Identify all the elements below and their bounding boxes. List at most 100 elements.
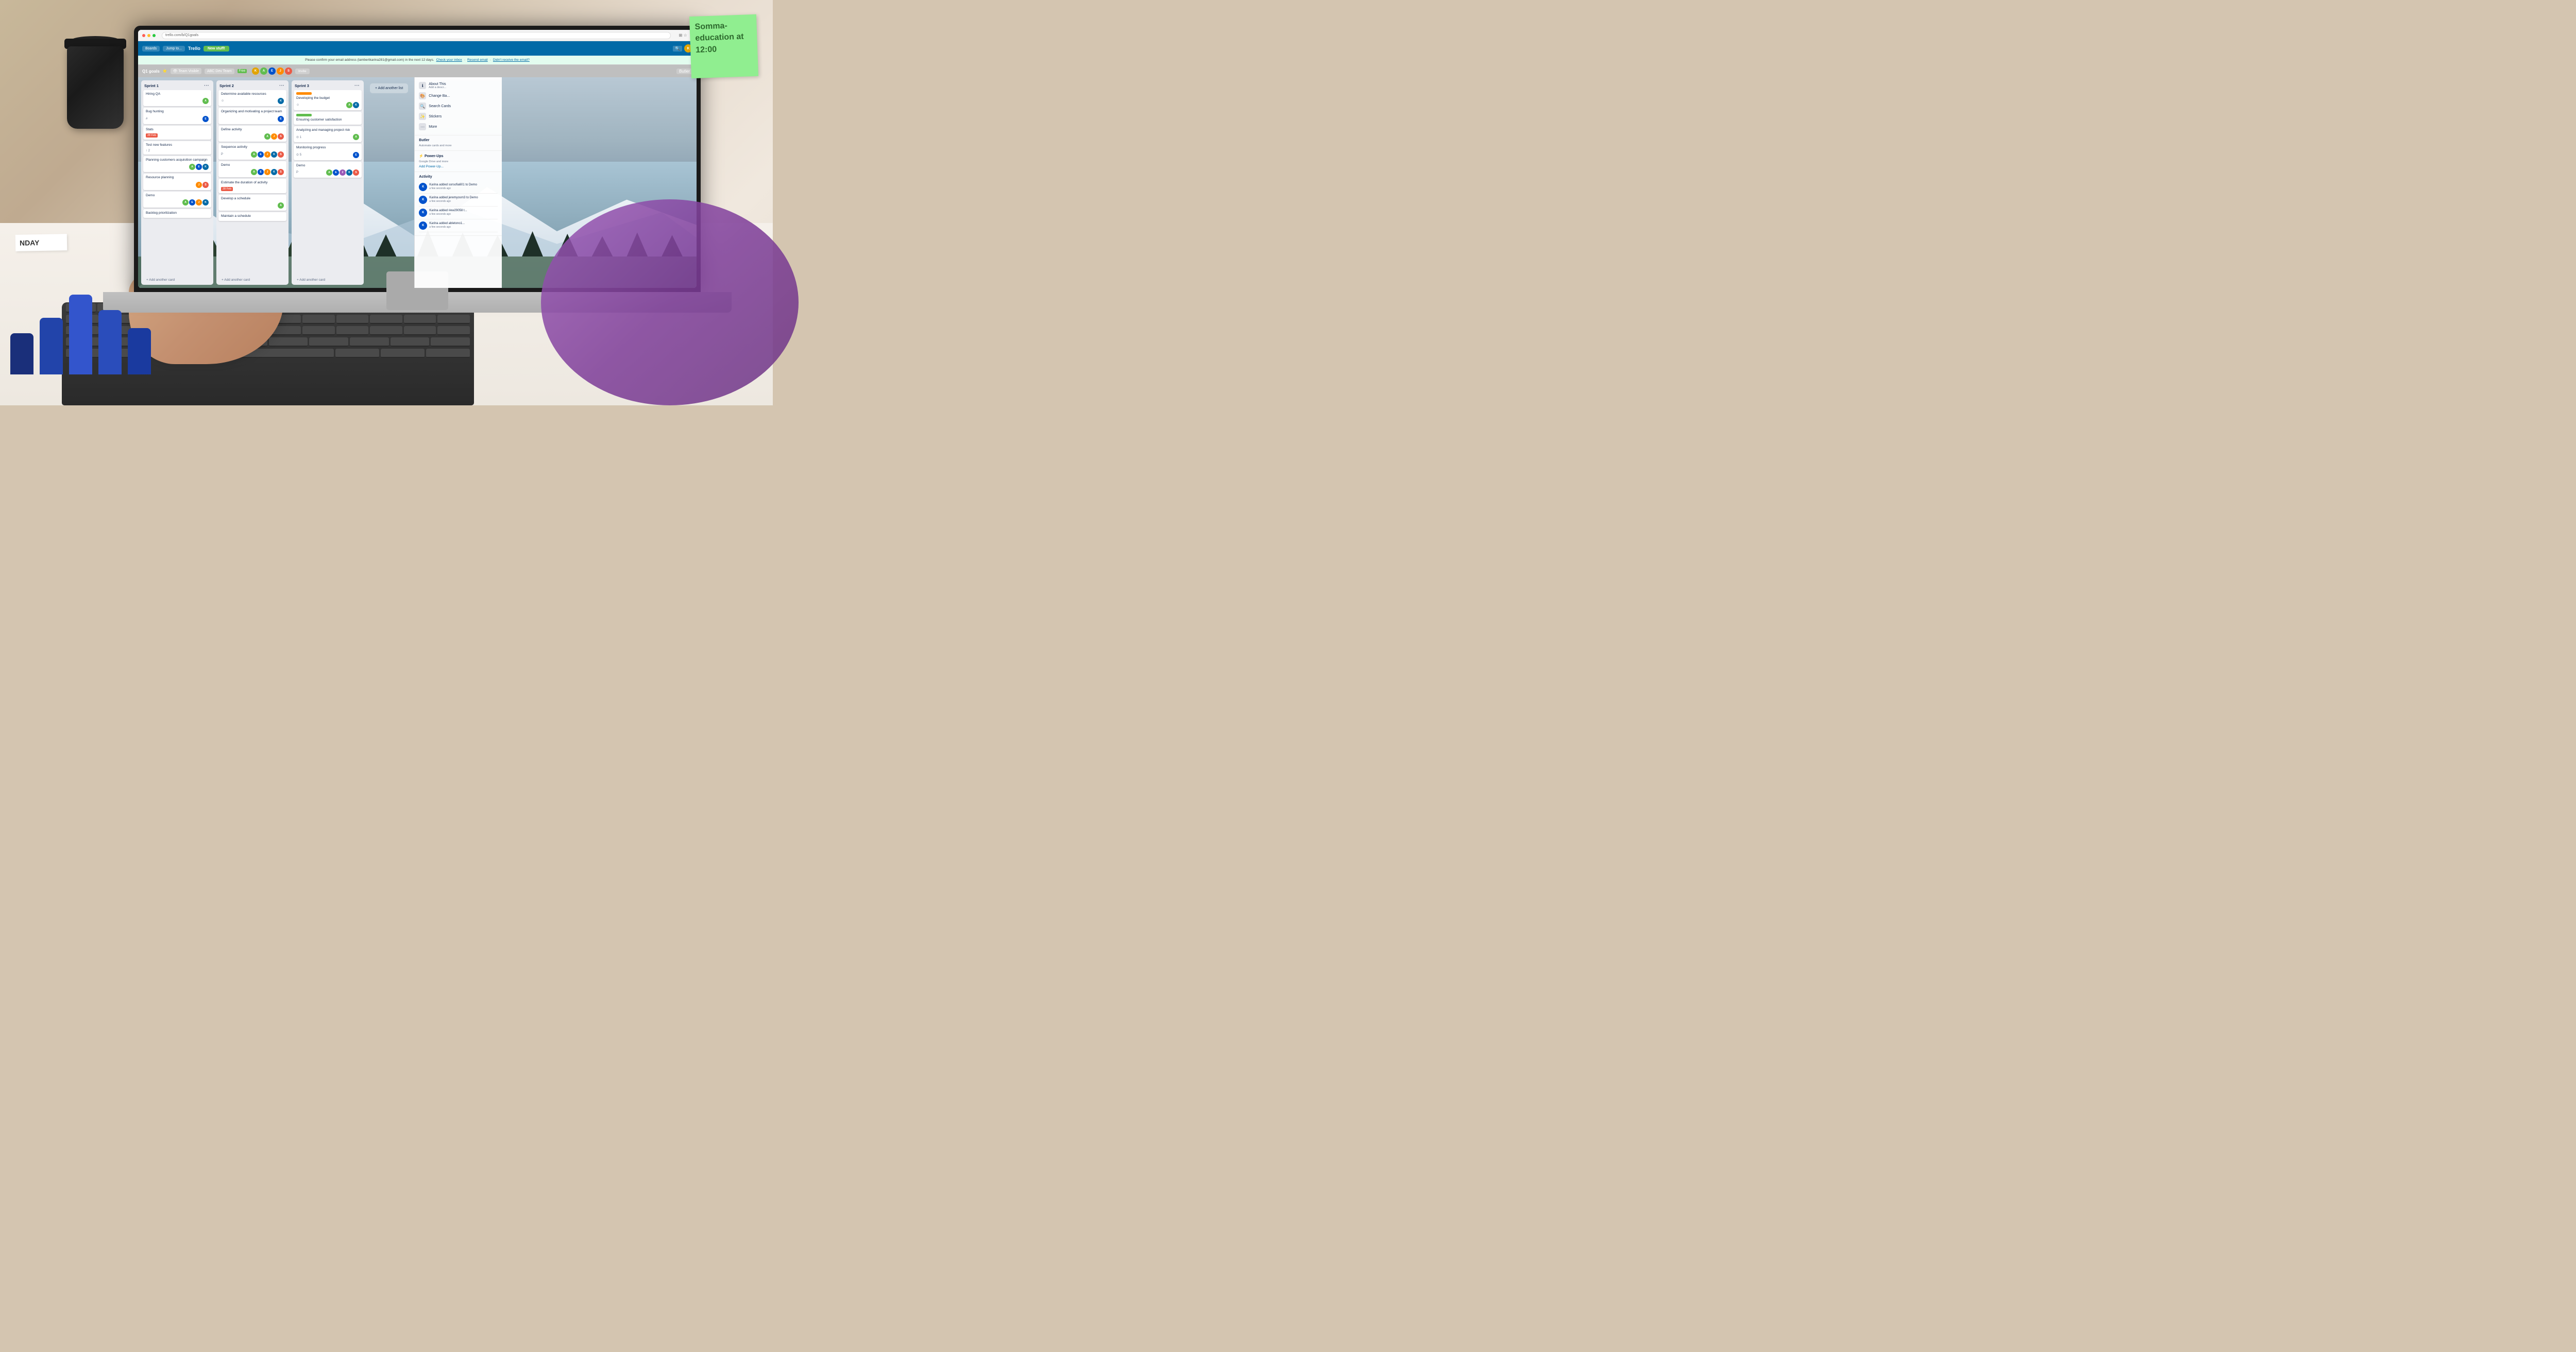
- card-demo-sprint2[interactable]: Demo A E J K S: [218, 161, 286, 177]
- activity-item-4: K Karina added abletono1... a few second…: [419, 219, 498, 232]
- add-powerup-btn[interactable]: Add Power-Up...: [419, 165, 498, 168]
- butler-title: Butler: [419, 139, 498, 142]
- more-icon: ···: [419, 123, 426, 130]
- change-bg-label: Change Ba...: [429, 94, 450, 98]
- activity-avatar-3: K: [419, 209, 427, 217]
- sprint1-title: Sprint 1: [144, 83, 159, 88]
- board-header: Q1 goals ⭐ 👁 Team Visible ABC Dev Team F…: [138, 65, 697, 77]
- paper-note-text: NDAY: [20, 238, 40, 247]
- trello-header: Boards Jump to... Trello New stuff! 🔍 K: [138, 41, 697, 56]
- list-sprint2: Sprint 2 ··· Determine available resourc…: [216, 80, 289, 285]
- browser-maximize-dot[interactable]: [152, 34, 156, 37]
- card-stats[interactable]: Stats 28 Feb: [143, 126, 211, 140]
- card-organizing[interactable]: Organizing and motivating a project team…: [218, 108, 286, 124]
- browser-url-bar[interactable]: trello.com/b/Q1goals: [162, 32, 671, 39]
- card-demo-sprint3[interactable]: Demo P A E 2 K S: [294, 162, 362, 178]
- panel-about: ℹ About This Add a descr... 🎨 Change Ba.…: [415, 77, 502, 135]
- card-monitoring-progress[interactable]: Monitoring progress ⊙ 5 E: [294, 144, 362, 160]
- panel-about-item[interactable]: ℹ About This Add a descr...: [419, 80, 498, 91]
- browser-minimize-dot[interactable]: [147, 34, 150, 37]
- check-inbox-link[interactable]: Check your inbox: [436, 58, 462, 62]
- card-planning-customers[interactable]: Planning customers acquisition campaign …: [143, 156, 211, 172]
- more-label: More: [429, 125, 437, 129]
- card-sequence-activity[interactable]: Sequence activity P A E J K S: [218, 143, 286, 159]
- email-confirmation-bar: Please confirm your email address (lambe…: [138, 56, 697, 65]
- panel-more[interactable]: ··· More: [419, 122, 498, 132]
- add-card-sprint2[interactable]: + Add another card: [218, 276, 286, 284]
- sprint3-cards: Developing the budget ☺ A K: [292, 90, 364, 275]
- team-label: ABC Dev Team: [207, 70, 232, 73]
- butler-subtitle: Automate cards and more: [419, 144, 498, 147]
- member-j[interactable]: J: [277, 67, 284, 75]
- card-estimate-duration[interactable]: Estimate the duration of activity 28 Feb: [218, 179, 286, 193]
- no-receive-link[interactable]: Didn't receive the email?: [493, 58, 530, 62]
- change-bg-icon: 🎨: [419, 92, 426, 99]
- member-s[interactable]: S: [285, 67, 292, 75]
- invite-button[interactable]: Invite: [295, 69, 310, 74]
- add-card-sprint1[interactable]: + Add another card: [143, 276, 211, 284]
- new-stuff-button[interactable]: New stuff!: [204, 46, 229, 52]
- panel-butler: Butler Automate cards and more: [415, 135, 502, 151]
- card-define-activity[interactable]: Define activity A J S: [218, 126, 286, 142]
- activity-text-1: Karina added sorsofia601 to Demo: [429, 183, 477, 187]
- card-developing-budget[interactable]: Developing the budget ☺ A K: [294, 90, 362, 110]
- email-bar-text: Please confirm your email address (lambe…: [305, 58, 434, 62]
- sticky-note: Somma- education at 12:00: [689, 14, 758, 78]
- board-visibility-badge[interactable]: 👁 Team Visible: [171, 68, 201, 74]
- board-title[interactable]: Q1 goals: [142, 69, 160, 74]
- sprint2-title: Sprint 2: [219, 83, 234, 88]
- visibility-label: Team Visible: [178, 70, 199, 73]
- butler-header-btn[interactable]: Butler: [676, 69, 692, 74]
- sprint2-menu[interactable]: ···: [278, 83, 285, 89]
- sprint3-title: Sprint 3: [295, 83, 309, 88]
- panel-activity: Activity K Karina added sorsofia601 to D…: [415, 172, 502, 236]
- list-sprint3: Sprint 3 ··· Developing the budget ☺: [292, 80, 364, 285]
- header-search-icon[interactable]: 🔍: [673, 46, 682, 52]
- card-label-green: [296, 114, 312, 116]
- search-cards-icon: 🔍: [419, 102, 426, 110]
- lists-container: Sprint 1 ··· Hiring QA: [138, 77, 414, 288]
- add-list-button[interactable]: + Add another list: [370, 83, 408, 93]
- board-team-badge[interactable]: ABC Dev Team: [205, 69, 234, 74]
- jump-to-button[interactable]: Jump to...: [163, 46, 185, 52]
- visibility-icon: 👁: [173, 69, 178, 73]
- browser-close-dot[interactable]: [142, 34, 145, 37]
- activity-item-2: K Karina added jeremyosm3 to Demo a few …: [419, 194, 498, 207]
- card-backlog[interactable]: Backlog prioritization: [143, 209, 211, 217]
- panel-search-cards[interactable]: 🔍 Search Cards: [419, 101, 498, 111]
- panel-stickers[interactable]: ✨ Stickers: [419, 111, 498, 122]
- resend-email-link[interactable]: Resend email: [467, 58, 488, 62]
- url-text: trello.com/b/Q1goals: [165, 33, 198, 37]
- sprint1-menu[interactable]: ···: [203, 83, 210, 89]
- purple-shape-decoration: [541, 199, 799, 405]
- card-hiring-qa[interactable]: Hiring QA A: [143, 90, 211, 106]
- add-card-sprint3[interactable]: + Add another card: [294, 276, 362, 284]
- sprint3-menu[interactable]: ···: [353, 83, 361, 89]
- activity-avatar-2: K: [419, 196, 427, 204]
- card-develop-schedule[interactable]: Develop a schedule A: [218, 195, 286, 211]
- card-ensuring-satisfaction[interactable]: Ensuring customer satisfaction: [294, 112, 362, 124]
- card-determine-resources[interactable]: Determine available resources ☺ K: [218, 90, 286, 106]
- activity-title: Activity: [419, 175, 498, 179]
- avatar-a: A: [202, 98, 209, 104]
- avatar-e: E: [202, 116, 209, 122]
- card-demo-sprint1[interactable]: Demo A E J K: [143, 192, 211, 208]
- activity-time-4: a few seconds ago: [429, 226, 465, 229]
- member-k[interactable]: K: [252, 67, 259, 75]
- panel-powerups: ⚡ Power-Ups Google Drive and more Add Po…: [415, 151, 502, 172]
- boards-button[interactable]: Boards: [142, 46, 160, 52]
- card-test-features[interactable]: Test new features ↑ 2: [143, 141, 211, 154]
- board-members: K A E J S: [252, 67, 292, 75]
- member-e[interactable]: E: [268, 67, 276, 75]
- card-bug-hunting[interactable]: Bug hunting # E: [143, 108, 211, 124]
- panel-change-bg[interactable]: 🎨 Change Ba...: [419, 91, 498, 101]
- card-analyzing-risk[interactable]: Analyzing and managing project risk ⊙ 1 …: [294, 126, 362, 142]
- card-resource-planning[interactable]: Resource planning J S: [143, 174, 211, 190]
- member-a[interactable]: A: [260, 67, 267, 75]
- card-maintain-schedule[interactable]: Maintain a schedule: [218, 212, 286, 220]
- list-sprint1: Sprint 1 ··· Hiring QA: [141, 80, 213, 285]
- add-list-area: + Add another list: [367, 80, 411, 285]
- activity-avatar-4: K: [419, 221, 427, 230]
- blue-bar-4: [98, 310, 122, 374]
- trello-logo: Trello: [188, 46, 200, 51]
